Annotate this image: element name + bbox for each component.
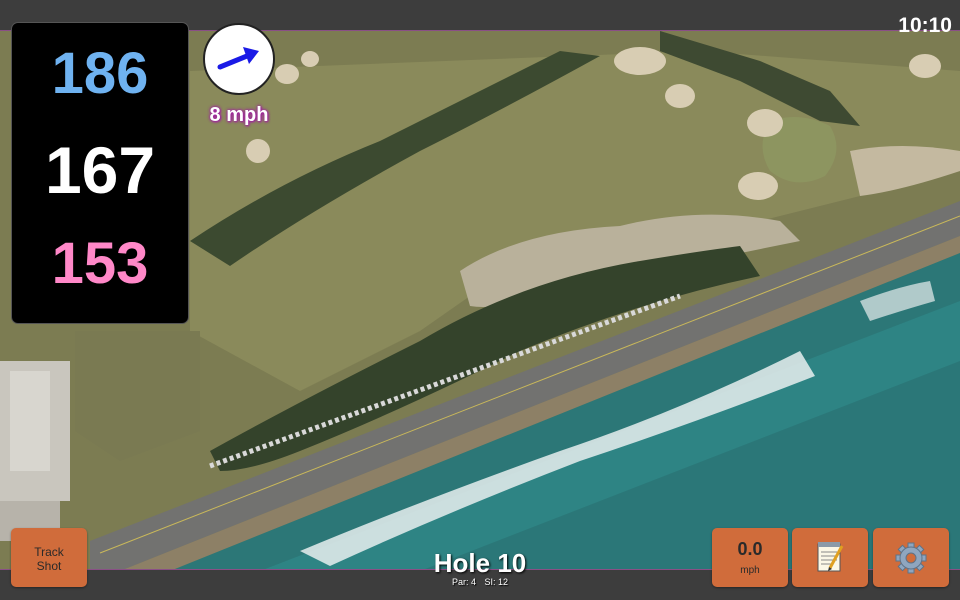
notepad-icon (817, 542, 844, 572)
speed-button[interactable]: 0.0 mph (712, 528, 788, 587)
wind-speed: 8 mph (209, 104, 269, 126)
track-shot-button[interactable]: Track Shot (11, 528, 87, 587)
clock: 10:10 (898, 14, 952, 37)
speed-unit: mph (740, 565, 760, 576)
wind-indicator (203, 23, 275, 95)
hole-title: Hole 10 (433, 548, 527, 578)
stroke-index-label: SI: 12 (484, 577, 509, 587)
front-yardage: 153 (51, 231, 149, 296)
speed-value: 0.0 (737, 539, 763, 559)
middle-yardage: 167 (44, 133, 156, 207)
notes-button[interactable] (792, 528, 868, 587)
back-yardage: 186 (51, 41, 149, 106)
par-label: Par: 4 (451, 577, 476, 587)
gear-icon (895, 542, 927, 574)
hole-info: Par: 4 SI: 12 (380, 577, 580, 587)
settings-button[interactable] (873, 528, 949, 587)
yardage-panel: 186 167 153 (11, 22, 189, 324)
arrow-right-up-icon (217, 47, 259, 70)
